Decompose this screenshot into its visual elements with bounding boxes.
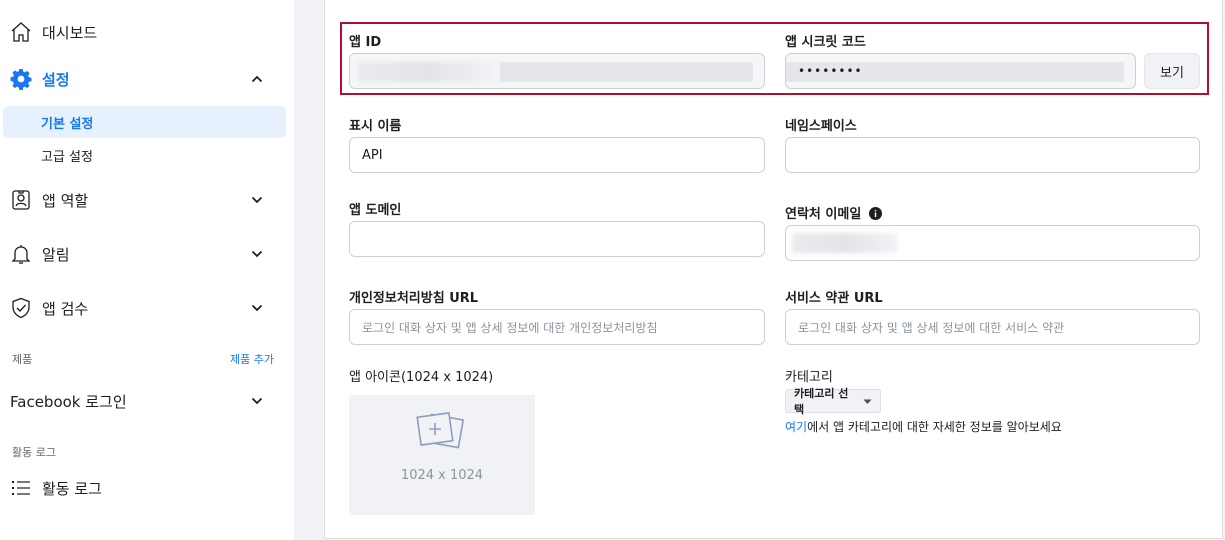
app-secret-value: •••••••• — [798, 64, 863, 78]
display-name-value: API — [362, 147, 383, 163]
sidebar-subitem-basic-settings[interactable]: 기본 설정 — [3, 106, 286, 138]
tos-url-placeholder: 로그인 대화 상자 및 앱 상세 정보에 대한 서비스 약관 — [798, 320, 1065, 335]
tos-url-label: 서비스 약관 URL — [785, 291, 883, 306]
contact-email-input[interactable] — [785, 225, 1200, 261]
sidebar-item-app-roles[interactable]: 앱 역할 — [0, 188, 294, 212]
tos-url-input[interactable]: 로그인 대화 상자 및 앱 상세 정보에 대한 서비스 약관 — [785, 309, 1200, 345]
category-help-text: 여기에서 앱 카테고리에 대한 자세한 정보를 알아보세요 — [785, 418, 1062, 435]
app-icon-dimension-text: 1024 x 1024 — [400, 468, 484, 483]
category-help-link[interactable]: 여기 — [785, 420, 807, 434]
sidebar-item-label: 대시보드 — [42, 23, 98, 42]
privacy-url-placeholder: 로그인 대화 상자 및 앱 상세 정보에 대한 개인정보처리방침 — [362, 320, 658, 335]
category-select-button[interactable]: 카테고리 선택 — [785, 387, 881, 416]
show-secret-button[interactable]: 보기 — [1144, 53, 1200, 89]
privacy-url-label: 개인정보처리방침 URL — [349, 291, 479, 306]
app-id-label: 앱 ID — [349, 35, 382, 50]
list-icon — [10, 477, 32, 499]
app-id-field[interactable] — [349, 53, 765, 89]
sidebar-item-label: 앱 검수 — [42, 299, 89, 318]
app-icon-upload[interactable]: 1024 x 1024 — [349, 395, 535, 515]
chevron-down-icon — [250, 394, 264, 408]
info-icon[interactable] — [868, 207, 882, 224]
contact-email-redacted-value — [792, 233, 898, 253]
app-domain-input[interactable] — [349, 221, 765, 257]
sidebar-subitem-label: 기본 설정 — [41, 116, 94, 132]
sidebar-item-label: 알림 — [42, 245, 70, 264]
home-icon — [10, 21, 32, 43]
add-product-link[interactable]: 제품 추가 — [230, 351, 274, 367]
gear-icon — [10, 68, 32, 90]
app-secret-label: 앱 시크릿 코드 — [785, 35, 866, 50]
image-placeholder-icon — [415, 411, 469, 461]
activity-log-section-label: 활동 로그 — [12, 446, 56, 459]
contact-email-label: 연락처 이메일 — [785, 203, 882, 224]
products-section-label: 제품 — [12, 353, 33, 366]
sidebar: 대시보드 설정 기본 설정 고급 설정 앱 역할 알림 앱 검수 제품 제품 추… — [0, 0, 294, 540]
display-name-input[interactable]: API — [349, 137, 765, 173]
sidebar-item-label: 앱 역할 — [42, 191, 89, 210]
app-secret-field[interactable]: •••••••• — [785, 53, 1136, 89]
chevron-down-icon — [250, 301, 264, 315]
sidebar-item-label: 활동 로그 — [42, 479, 102, 498]
privacy-url-input[interactable]: 로그인 대화 상자 및 앱 상세 정보에 대한 개인정보처리방침 — [349, 309, 765, 345]
sidebar-item-label: Facebook 로그인 — [10, 392, 127, 411]
chevron-down-icon — [250, 247, 264, 261]
sidebar-item-app-review[interactable]: 앱 검수 — [0, 296, 294, 320]
sidebar-subitem-advanced-settings[interactable]: 고급 설정 — [3, 139, 286, 171]
shield-check-icon — [10, 297, 32, 319]
category-label: 카테고리 — [785, 370, 833, 385]
namespace-input[interactable] — [785, 137, 1200, 173]
app-id-redacted-value — [358, 62, 498, 82]
contact-email-label-text: 연락처 이메일 — [785, 207, 862, 222]
bell-icon — [10, 243, 32, 265]
category-select-label: 카테고리 선택 — [794, 387, 849, 416]
sidebar-subitem-label: 고급 설정 — [41, 149, 93, 165]
sidebar-item-facebook-login[interactable]: Facebook 로그인 — [0, 389, 294, 413]
display-name-label: 표시 이름 — [349, 119, 402, 134]
app-id-redacted-bar — [500, 62, 753, 82]
chevron-down-icon — [250, 193, 264, 207]
app-icon-label: 앱 아이콘(1024 x 1024) — [349, 370, 494, 385]
app-domain-label: 앱 도메인 — [349, 203, 402, 218]
sidebar-item-dashboard[interactable]: 대시보드 — [0, 20, 294, 44]
sidebar-item-activity-log[interactable]: 활동 로그 — [0, 476, 294, 500]
id-badge-icon — [10, 189, 32, 211]
sidebar-item-label: 설정 — [42, 70, 70, 89]
sidebar-item-alerts[interactable]: 알림 — [0, 242, 294, 266]
chevron-up-icon — [250, 72, 264, 86]
sidebar-item-settings[interactable]: 설정 — [0, 67, 294, 91]
category-help-suffix: 에서 앱 카테고리에 대한 자세한 정보를 알아보세요 — [807, 420, 1062, 434]
namespace-label: 네임스페이스 — [785, 119, 857, 134]
caret-down-icon — [863, 395, 872, 408]
